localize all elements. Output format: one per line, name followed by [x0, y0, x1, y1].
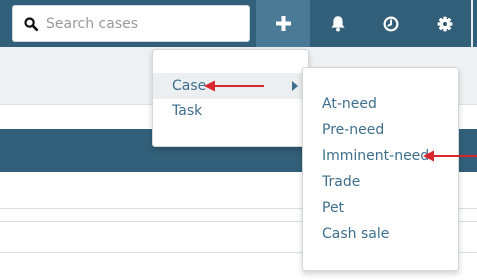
annotation-arrow-icon	[204, 80, 264, 92]
clock-icon	[383, 15, 399, 32]
submenu-item-at-need[interactable]: At-need	[322, 93, 377, 115]
submenu-item-trade[interactable]: Trade	[322, 171, 360, 193]
add-button[interactable]	[256, 0, 310, 47]
case-submenu: At-need Pre-need Imminent-need Trade Pet…	[302, 67, 459, 271]
search-icon	[24, 16, 38, 31]
submenu-item-pre-need[interactable]: Pre-need	[322, 119, 384, 141]
add-menu-dropdown: Case Task	[152, 49, 309, 147]
menu-item-task-label: Task	[172, 103, 203, 119]
search-box[interactable]	[12, 5, 250, 42]
submenu-caret-icon	[292, 81, 298, 91]
settings-button[interactable]	[419, 0, 471, 47]
top-navigation-bar	[0, 0, 477, 47]
bell-icon	[331, 16, 345, 32]
submenu-item-cash-sale[interactable]: Cash sale	[322, 223, 389, 245]
menu-item-case-label: Case	[172, 78, 207, 94]
history-button[interactable]	[365, 0, 417, 47]
submenu-item-imminent-need[interactable]: Imminent-need	[322, 145, 429, 167]
submenu-item-pet[interactable]: Pet	[322, 197, 344, 219]
topbar-edge-divider	[471, 0, 473, 47]
search-input[interactable]	[46, 9, 236, 38]
gear-icon	[437, 16, 453, 31]
menu-item-task[interactable]: Task	[153, 98, 308, 124]
plus-icon	[275, 16, 291, 31]
annotation-arrow-icon	[423, 150, 477, 162]
notifications-button[interactable]	[312, 0, 364, 47]
